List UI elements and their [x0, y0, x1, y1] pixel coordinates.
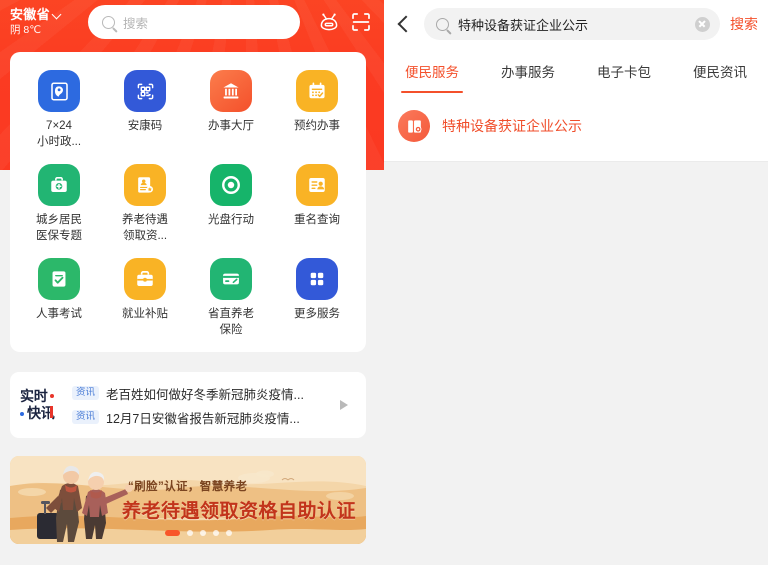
location-selector[interactable]: 安徽省 阴 8℃ [10, 6, 76, 37]
briefcase-subsidy-icon [124, 258, 166, 300]
news-logo-line1: 实时 [20, 387, 48, 404]
app-item-clean-plate[interactable]: 光盘行动 [188, 158, 274, 252]
dot[interactable] [226, 530, 232, 536]
name-lookup-icon [296, 164, 338, 206]
banner-subtitle: “刷脸”认证，智慧养老 [128, 481, 248, 493]
search-tabs: 便民服务 办事服务 电子卡包 便民资讯 [384, 48, 768, 93]
exam-clipboard-icon [38, 258, 80, 300]
weather-text: 阴 8℃ [10, 24, 42, 37]
blue-dot-icon [20, 411, 24, 416]
news-headline: 老百姓如何做好冬季新冠肺炎疫情... [106, 387, 304, 402]
app-label: 光盘行动 [208, 214, 254, 226]
pension-document-icon [124, 164, 166, 206]
qr-health-code-icon [124, 70, 166, 112]
news-row[interactable]: 资讯 老百姓如何做好冬季新冠肺炎疫情... [72, 381, 334, 405]
search-placeholder: 搜索 [123, 16, 149, 31]
news-tag: 资讯 [72, 386, 100, 400]
news-logo-line2: 快讯 [27, 405, 55, 421]
chevron-down-icon [53, 10, 62, 19]
dot[interactable] [213, 530, 219, 536]
app-screen: 安徽省 阴 8℃ 搜索 7×24 小时政... 安康码 办事大厅 预约办事 城乡… [0, 0, 768, 565]
banner-pagination-dots[interactable] [165, 530, 232, 536]
search-results-list: 特种设备获证企业公示 [384, 93, 768, 161]
news-list: 资讯 老百姓如何做好冬季新冠肺炎疫情... 资讯 12月7日安徽省报告新冠肺炎疫… [66, 381, 334, 429]
dot-active[interactable] [165, 530, 180, 536]
app-item-7x24[interactable]: 7×24 小时政... [16, 64, 102, 158]
app-label: 人事考试 [36, 308, 82, 320]
news-headline: 12月7日安徽省报告新冠肺炎疫情... [106, 411, 300, 426]
back-arrow-icon[interactable] [392, 12, 416, 36]
news-brand-logo: 实时 快讯 [20, 388, 66, 422]
red-dot-icon [50, 394, 55, 399]
app-item-employment-subsidy[interactable]: 就业补贴 [102, 252, 188, 346]
promo-banner[interactable]: “刷脸”认证，智慧养老 养老待遇领取资格自助认证 [10, 456, 366, 544]
app-item-service-hall[interactable]: 办事大厅 [188, 64, 274, 158]
location-name: 安徽省 [10, 6, 50, 22]
divider [384, 161, 768, 162]
service-grid-card: 7×24 小时政... 安康码 办事大厅 预约办事 城乡居民 医保专题 养老待遇… [10, 52, 366, 352]
insurance-card-icon [210, 258, 252, 300]
search-icon [436, 17, 449, 31]
search-header: 特种设备获证企业公示 搜索 便民服务 办事服务 电子卡包 便民资讯 [384, 0, 768, 93]
left-home-pane: 安徽省 阴 8℃ 搜索 7×24 小时政... 安康码 办事大厅 预约办事 城乡… [0, 0, 384, 565]
dot[interactable] [200, 530, 206, 536]
app-label: 安康码 [127, 120, 163, 132]
app-label: 7×24 小时政... [36, 120, 82, 148]
search-result-item[interactable]: 特种设备获证企业公示 [384, 101, 768, 151]
news-tag: 资讯 [72, 410, 100, 424]
search-button[interactable]: 搜索 [728, 14, 758, 34]
app-label: 就业补贴 [122, 308, 168, 320]
calendar-booking-icon [296, 70, 338, 112]
tab-e-card-wallet[interactable]: 电子卡包 [576, 48, 672, 93]
app-label: 办事大厅 [208, 120, 254, 132]
robot-assistant-icon[interactable] [316, 9, 342, 35]
home-header: 安徽省 阴 8℃ 搜索 [0, 0, 384, 44]
app-item-more-services[interactable]: 更多服务 [274, 252, 360, 346]
tab-affairs-service[interactable]: 办事服务 [480, 48, 576, 93]
app-item-name-lookup[interactable]: 重名查询 [274, 158, 360, 252]
clear-icon[interactable] [695, 16, 710, 32]
app-label: 预约办事 [294, 120, 340, 132]
certificate-document-icon [398, 110, 430, 142]
app-label: 更多服务 [294, 308, 340, 320]
government-service-icon [38, 70, 80, 112]
app-label: 城乡居民 医保专题 [36, 214, 82, 242]
tab-convenience-service[interactable]: 便民服务 [384, 48, 480, 93]
home-search-input[interactable]: 搜索 [88, 5, 300, 39]
search-input[interactable]: 特种设备获证企业公示 [424, 8, 720, 40]
more-grid-icon [296, 258, 338, 300]
scan-code-icon[interactable] [348, 9, 374, 35]
right-search-pane: 特种设备获证企业公示 搜索 便民服务 办事服务 电子卡包 便民资讯 特种设备获证… [384, 0, 768, 565]
app-label: 重名查询 [294, 214, 340, 226]
tab-convenience-news[interactable]: 便民资讯 [672, 48, 768, 93]
app-item-appointment[interactable]: 预约办事 [274, 64, 360, 158]
app-label: 省直养老 保险 [208, 308, 254, 336]
search-input-value: 特种设备获证企业公示 [458, 17, 589, 33]
app-item-pension-qualification[interactable]: 养老待遇 领取资... [102, 158, 188, 252]
app-item-provincial-pension[interactable]: 省直养老 保险 [188, 252, 274, 346]
search-row: 特种设备获证企业公示 搜索 [384, 0, 768, 48]
play-arrow-icon[interactable] [340, 400, 356, 410]
app-label: 养老待遇 领取资... [122, 214, 168, 242]
medical-kit-icon [38, 164, 80, 206]
banner-title: 养老待遇领取资格自助认证 [122, 501, 357, 522]
news-ticker-card[interactable]: 实时 快讯 资讯 老百姓如何做好冬季新冠肺炎疫情... 资讯 12月7日安徽省报… [10, 372, 366, 438]
service-hall-icon [210, 70, 252, 112]
news-row[interactable]: 资讯 12月7日安徽省报告新冠肺炎疫情... [72, 405, 334, 429]
search-icon [102, 15, 115, 29]
app-item-medical-insurance[interactable]: 城乡居民 医保专题 [16, 158, 102, 252]
dot[interactable] [187, 530, 193, 536]
app-item-ankangma[interactable]: 安康码 [102, 64, 188, 158]
clean-plate-icon [210, 164, 252, 206]
search-result-label: 特种设备获证企业公示 [442, 118, 582, 134]
app-item-exam[interactable]: 人事考试 [16, 252, 102, 346]
